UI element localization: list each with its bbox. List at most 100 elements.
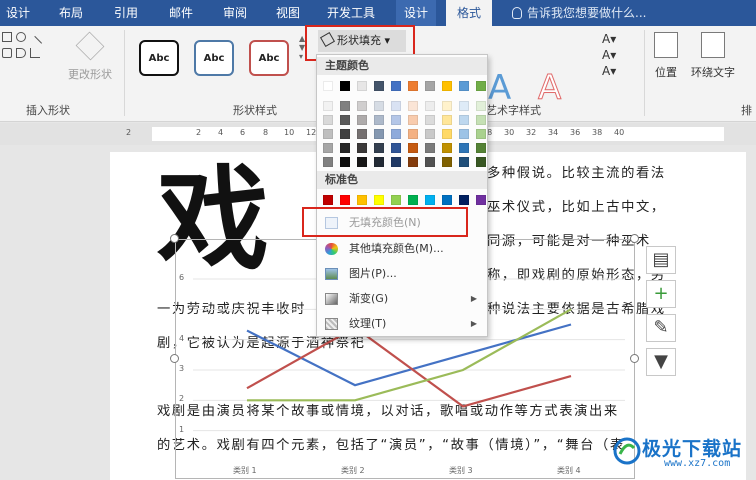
theme-shade-swatch[interactable]	[442, 129, 452, 139]
standard-color-swatch[interactable]	[340, 195, 350, 205]
theme-shade-swatch[interactable]	[374, 101, 384, 111]
theme-shade-swatch[interactable]	[374, 157, 384, 167]
shapes-gallery[interactable]	[2, 32, 50, 72]
theme-shade-swatch[interactable]	[408, 101, 418, 111]
theme-color-swatch[interactable]	[323, 81, 333, 91]
resize-handle[interactable]	[630, 354, 639, 363]
theme-shade-swatch[interactable]	[357, 143, 367, 153]
text-fill-button[interactable]: A▾	[598, 32, 642, 48]
theme-shade-swatch[interactable]	[323, 157, 333, 167]
wrap-text-button[interactable]: 环绕文字	[686, 32, 740, 80]
shape-style-black[interactable]: Abc	[139, 40, 179, 76]
theme-shade-swatch[interactable]	[442, 157, 452, 167]
shape-style-blue[interactable]: Abc	[194, 40, 234, 76]
text-line[interactable]: 巫术仪式，比如上古中文，	[487, 191, 666, 225]
theme-color-swatch[interactable]	[459, 81, 469, 91]
theme-shade-swatch[interactable]	[374, 143, 384, 153]
tab-4[interactable]: 审阅	[217, 0, 253, 26]
menu-item-more-colors[interactable]: 其他填充颜色(M)...	[317, 237, 487, 261]
theme-shade-swatch[interactable]	[408, 157, 418, 167]
theme-shade-swatch[interactable]	[425, 143, 435, 153]
shape-fill-button[interactable]: 形状填充 ▾	[318, 30, 406, 52]
theme-shade-swatch[interactable]	[374, 129, 384, 139]
menu-item-picture[interactable]: 图片(P)...	[317, 262, 487, 286]
theme-shade-swatch[interactable]	[459, 143, 469, 153]
theme-shade-swatch[interactable]	[408, 129, 418, 139]
theme-shade-swatch[interactable]	[476, 101, 486, 111]
theme-color-swatch[interactable]	[476, 81, 486, 91]
standard-color-swatch[interactable]	[391, 195, 401, 205]
style-gallery-scroll[interactable]: ▲ ▼ ▾	[299, 34, 309, 96]
theme-shade-swatch[interactable]	[391, 157, 401, 167]
theme-shade-swatch[interactable]	[476, 157, 486, 167]
theme-shade-swatch[interactable]	[357, 115, 367, 125]
position-button[interactable]: 位置	[650, 32, 682, 80]
theme-shade-swatch[interactable]	[459, 157, 469, 167]
text-effects-button[interactable]: A▾	[598, 64, 642, 80]
menu-item-no-fill[interactable]: 无填充颜色(N)	[317, 211, 487, 235]
theme-color-swatch[interactable]	[391, 81, 401, 91]
theme-shade-swatch[interactable]	[408, 143, 418, 153]
theme-shade-swatch[interactable]	[425, 101, 435, 111]
theme-shade-swatch[interactable]	[459, 101, 469, 111]
theme-shade-swatch[interactable]	[459, 115, 469, 125]
wordart-style-outline[interactable]: A	[537, 68, 561, 109]
text-line[interactable]: 多种假说。比较主流的看法	[487, 157, 666, 191]
theme-shade-swatch[interactable]	[459, 129, 469, 139]
tab-0[interactable]: 设计	[0, 0, 36, 26]
theme-shade-swatch[interactable]	[357, 157, 367, 167]
connector-shape-icon[interactable]	[30, 48, 40, 58]
tab-1[interactable]: 布局	[53, 0, 89, 26]
menu-item-gradient[interactable]: 渐变(G) ▶	[317, 287, 487, 311]
resize-handle[interactable]	[170, 234, 179, 243]
tab-6[interactable]: 开发工具	[323, 0, 379, 26]
theme-shade-swatch[interactable]	[340, 143, 350, 153]
chart-styles-brush-icon[interactable]: ✎	[646, 314, 676, 342]
theme-shade-swatch[interactable]	[323, 115, 333, 125]
theme-shade-swatch[interactable]	[340, 129, 350, 139]
chart-elements-plus-icon[interactable]: +	[646, 280, 676, 308]
theme-shade-swatch[interactable]	[408, 115, 418, 125]
shape-style-red[interactable]: Abc	[249, 40, 289, 76]
standard-color-swatch[interactable]	[323, 195, 333, 205]
theme-shade-swatch[interactable]	[340, 101, 350, 111]
standard-color-swatch[interactable]	[442, 195, 452, 205]
tab-5[interactable]: 视图	[270, 0, 306, 26]
change-shape-button[interactable]: 更改形状	[62, 31, 118, 82]
theme-shade-swatch[interactable]	[340, 157, 350, 167]
resize-handle[interactable]	[170, 354, 179, 363]
theme-color-swatch[interactable]	[340, 81, 350, 91]
theme-shade-swatch[interactable]	[476, 129, 486, 139]
theme-color-swatch[interactable]	[425, 81, 435, 91]
rounded-rect-shape-icon[interactable]	[2, 48, 12, 58]
resize-handle[interactable]	[630, 234, 639, 243]
oval-shape-icon[interactable]	[16, 32, 26, 42]
theme-color-swatch[interactable]	[408, 81, 418, 91]
tab-3[interactable]: 邮件	[163, 0, 199, 26]
menu-item-texture[interactable]: 纹理(T) ▶	[317, 312, 487, 336]
theme-shade-swatch[interactable]	[374, 115, 384, 125]
standard-color-swatch[interactable]	[459, 195, 469, 205]
theme-shade-swatch[interactable]	[323, 101, 333, 111]
chart-filters-icon[interactable]: ▼	[646, 348, 676, 376]
theme-shade-swatch[interactable]	[323, 143, 333, 153]
theme-shade-swatch[interactable]	[442, 115, 452, 125]
callout-shape-icon[interactable]	[16, 48, 26, 58]
layout-options-icon[interactable]: ▤	[646, 246, 676, 274]
theme-shade-swatch[interactable]	[476, 143, 486, 153]
theme-color-swatch[interactable]	[357, 81, 367, 91]
theme-shade-swatch[interactable]	[425, 115, 435, 125]
theme-shade-swatch[interactable]	[391, 115, 401, 125]
text-outline-button[interactable]: A▾	[598, 48, 642, 64]
theme-shade-swatch[interactable]	[340, 115, 350, 125]
theme-shade-swatch[interactable]	[442, 101, 452, 111]
tab-2[interactable]: 引用	[108, 0, 144, 26]
theme-shade-swatch[interactable]	[391, 101, 401, 111]
tab-7[interactable]: 设计	[396, 0, 436, 26]
theme-shade-swatch[interactable]	[476, 115, 486, 125]
theme-shade-swatch[interactable]	[357, 101, 367, 111]
theme-shade-swatch[interactable]	[442, 143, 452, 153]
standard-color-swatch[interactable]	[476, 195, 486, 205]
theme-shade-swatch[interactable]	[391, 143, 401, 153]
standard-color-swatch[interactable]	[357, 195, 367, 205]
